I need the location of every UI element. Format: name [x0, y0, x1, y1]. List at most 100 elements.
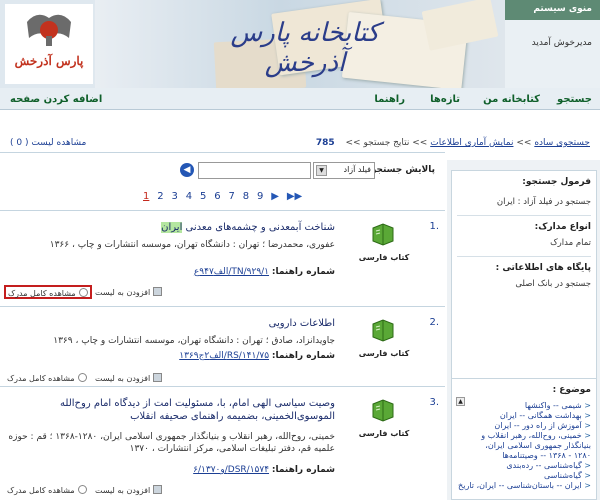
filter-field-select[interactable]: فیلد آزاد ▼ [313, 162, 375, 179]
add-list-icon [153, 485, 163, 494]
page-link[interactable]: 1 [143, 191, 149, 202]
topic-item[interactable]: < بهداشت همگانی -- ایران [452, 411, 591, 421]
topics-title: موضوع : [552, 385, 591, 395]
result-item: 3. کتاب فارسی وصیت سیاسی الهی امام، با، … [0, 386, 445, 500]
breadcrumb-stats[interactable]: نمایش آماری اطلاعات [430, 138, 513, 148]
search-info-box: فرمول جستجو: جستجو در فیلد آزاد : ایران … [451, 170, 597, 390]
logo-text: پارس آذرخش [14, 54, 84, 68]
view-list-link[interactable]: مشاهده لیست ( 0 ) [10, 138, 86, 148]
page-link[interactable]: 7 [229, 191, 235, 202]
add-to-list-label: افزودن به لیست [95, 288, 151, 297]
filter-go-button[interactable]: ◀ [180, 163, 194, 177]
next-page-icon[interactable]: ▶ [271, 191, 279, 202]
topic-item[interactable]: < خمینی، روح‌الله، رهبر انقلاب و [452, 431, 591, 441]
result-number: 1. [429, 221, 439, 232]
call-number-value[interactable]: DSR/۱۵۷۴/و۶/۱۳۷۰ [193, 465, 269, 475]
page-link[interactable]: 3 [172, 191, 178, 202]
add-to-list-button[interactable]: افزودن به لیست [92, 483, 165, 497]
result-type: کتاب فارسی [358, 429, 410, 438]
result-description: عفوری، محمدرضا ؛ تهران : دانشگاه تهران، … [49, 240, 335, 250]
breadcrumb-simple-search[interactable]: جستجوی ساده [534, 138, 590, 148]
page-link[interactable]: 4 [186, 191, 192, 202]
doc-types-title: انواع مدارک: [534, 222, 591, 232]
result-item: 1. کتاب فارسی شناخت آبمعدنی و چشمه‌های م… [0, 210, 445, 306]
library-title: کتابخانه پارس آذرخش [230, 18, 380, 78]
filter-field-value: فیلد آزاد [343, 165, 372, 174]
topic-item[interactable]: < گیاه‌شناسی [452, 471, 591, 481]
arrow-left-icon: ◀ [183, 165, 191, 175]
view-full-record-button[interactable]: مشاهده کامل مدرک [4, 483, 90, 497]
book-icon[interactable] [370, 397, 396, 423]
result-title[interactable]: وصیت سیاسی الهی امام، با، مسئولیت امت از… [15, 397, 335, 423]
library-logo[interactable]: پارس آذرخش [5, 4, 93, 84]
doc-types-value: تمام مدارک [550, 238, 591, 248]
add-list-icon [153, 287, 163, 296]
main-nav: جستجو کتابخانه من تازه‌ها راهنما اضافه ک… [0, 88, 600, 110]
topics-list: < شیمی -- واکنشها < بهداشت همگانی -- ایر… [452, 395, 596, 491]
chevron-down-icon: ▼ [316, 165, 327, 176]
topic-item[interactable]: ۱۲۸۰ - ۱۳۶۸ -- وصیتنامه‌ها [452, 451, 591, 461]
pagination: 1 2 3 4 5 6 7 8 9 ▶ ▶▶ [143, 191, 307, 205]
page-link[interactable]: 9 [257, 191, 263, 202]
databases-value: جستجو در بانک اصلی [515, 279, 591, 289]
result-call-number: شماره راهنما: RS/۱۴۱/۷۵/الف۲ج۱۳۶۹ [179, 351, 335, 361]
system-menu-title[interactable]: منوی سیستم [505, 0, 600, 20]
result-title-text: شناخت آبمعدنی و چشمه‌های معدنی [182, 222, 335, 233]
page-link[interactable]: 6 [214, 191, 220, 202]
topic-item[interactable]: < آموزش از راه دور -- ایران [452, 421, 591, 431]
topic-item[interactable]: < ایران -- باستان‌شناسی -- ایران، تاریخ [452, 481, 591, 491]
breadcrumb-row: جستجوی ساده >> نمایش آماری اطلاعات >> نت… [0, 136, 600, 152]
search-term-highlight: ایران [161, 222, 183, 233]
view-full-record-button[interactable]: مشاهده کامل مدرک [4, 371, 90, 385]
nav-search[interactable]: جستجو [557, 94, 592, 105]
topic-item[interactable]: < شیمی -- واکنشها [452, 401, 591, 411]
search-formula-title: فرمول جستجو: [522, 177, 591, 187]
result-description: خمینی، روح‌الله، رهبر انقلاب و بنیانگذار… [8, 432, 335, 454]
result-title[interactable]: اطلاعات دارویی [15, 317, 335, 330]
call-number-label: شماره راهنما: [271, 267, 335, 277]
nav-my-library[interactable]: کتابخانه من [483, 94, 540, 105]
add-to-list-label: افزودن به لیست [95, 374, 151, 383]
add-to-list-label: افزودن به لیست [95, 486, 151, 495]
topic-item[interactable]: بنیانگذار جمهوری اسلامی ایران، [452, 441, 591, 451]
result-title[interactable]: شناخت آبمعدنی و چشمه‌های معدنی ایران [15, 221, 335, 234]
add-to-list-button[interactable]: افزودن به لیست [92, 285, 165, 299]
result-title-text: اطلاعات دارویی [268, 318, 335, 329]
result-description: جاویدانزاد، صادق ؛ تهران : دانشگاه تهران… [53, 336, 335, 346]
page-link[interactable]: 2 [157, 191, 163, 202]
nav-help[interactable]: راهنما [374, 94, 405, 105]
eye-icon [77, 485, 87, 494]
scroll-up-icon[interactable]: ▲ [456, 397, 465, 406]
filter-text-input[interactable] [198, 162, 311, 179]
book-decoration [421, 0, 499, 51]
result-call-number: شماره راهنما: DSR/۱۵۷۴/و۶/۱۳۷۰ [193, 465, 335, 475]
nav-add-home-page[interactable]: اضافه کردن صفحه [10, 94, 102, 105]
book-icon[interactable] [370, 221, 396, 247]
call-number-value[interactable]: RS/۱۴۱/۷۵/الف۲ج۱۳۶۹ [179, 351, 269, 361]
results-list: 1. کتاب فارسی شناخت آبمعدنی و چشمه‌های م… [0, 210, 445, 500]
call-number-value[interactable]: TN/۹۲۹/۱/الف۹۴۷ع [194, 267, 269, 277]
result-count: 785 [315, 138, 335, 148]
result-title-text: وصیت سیاسی الهی امام، با، مسئولیت امت از… [60, 398, 335, 422]
breadcrumb-separator: >> [345, 138, 361, 148]
view-full-record-label: مشاهده کامل مدرک [7, 374, 75, 383]
breadcrumb-results: نتایج جستجو [363, 138, 410, 148]
banner: کتابخانه پارس آذرخش پارس آذرخش منوی سیست… [0, 0, 600, 88]
view-full-record-label: مشاهده کامل مدرک [8, 289, 76, 298]
last-page-icon[interactable]: ▶▶ [287, 191, 302, 202]
filter-row: پالایش جستجو فیلد آزاد ▼ ◀ [0, 162, 445, 182]
result-type: کتاب فارسی [358, 349, 410, 358]
view-full-record-button[interactable]: مشاهده کامل مدرک [4, 285, 92, 299]
page-link[interactable]: 5 [200, 191, 206, 202]
page-link[interactable]: 8 [243, 191, 249, 202]
search-sidebar: فرمول جستجو: جستجو در فیلد آزاد : ایران … [447, 160, 600, 500]
eye-icon [78, 288, 88, 297]
book-icon[interactable] [370, 317, 396, 343]
result-number: 3. [429, 397, 439, 408]
result-actions: مشاهده کامل مدرک افزودن به لیست [4, 483, 174, 497]
add-to-list-button[interactable]: افزودن به لیست [92, 371, 165, 385]
search-formula-value: جستجو در فیلد آزاد : ایران [496, 197, 591, 207]
nav-news[interactable]: تازه‌ها [430, 94, 460, 105]
system-menu-panel: منوی سیستم مدیرخوش آمدید [505, 0, 600, 88]
topic-item[interactable]: < گیاه‌شناسی -- رده‌بندی [452, 461, 591, 471]
